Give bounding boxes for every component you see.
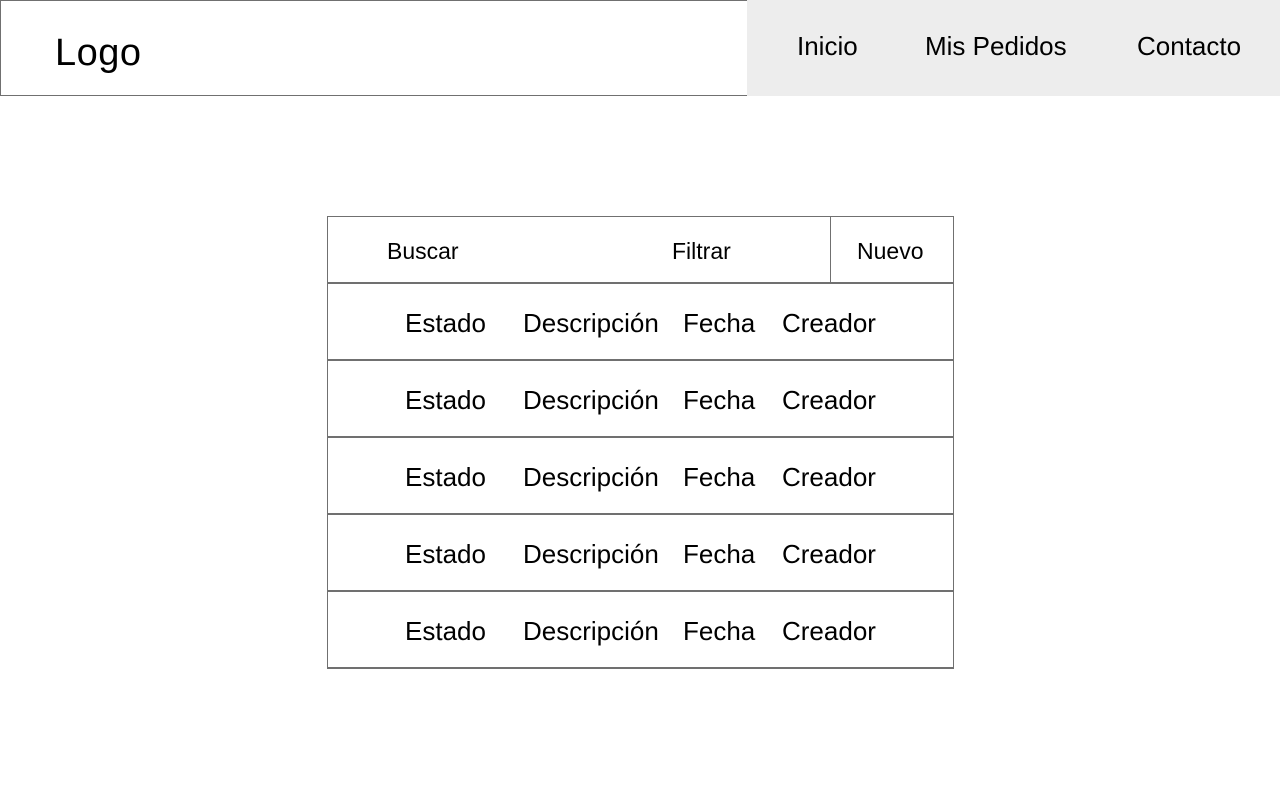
cell-descripcion: Descripción	[523, 539, 659, 569]
cell-descripcion: Descripción	[523, 385, 659, 415]
orders-panel: Buscar Filtrar Nuevo Estado Descripción …	[327, 216, 954, 669]
cell-creador: Creador	[782, 539, 876, 569]
header-logo-area: Logo	[0, 0, 748, 96]
nav-item-mis-pedidos[interactable]: Mis Pedidos	[925, 30, 1067, 62]
cell-fecha: Fecha	[683, 616, 756, 646]
orders-toolbar: Buscar Filtrar Nuevo	[327, 216, 954, 283]
cell-creador: Creador	[782, 385, 876, 415]
cell-estado: Estado	[405, 385, 486, 415]
nav-item-inicio[interactable]: Inicio	[797, 30, 858, 62]
search-button[interactable]: Buscar	[387, 237, 459, 265]
cell-fecha: Fecha	[683, 462, 756, 492]
cell-estado: Estado	[405, 616, 486, 646]
cell-fecha: Fecha	[683, 385, 756, 415]
filter-button[interactable]: Filtrar	[672, 237, 731, 265]
new-order-label: Nuevo	[857, 238, 924, 264]
orders-table: Estado Descripción Fecha Creador Estado …	[327, 283, 954, 669]
table-row[interactable]: Estado Descripción Fecha Creador	[327, 361, 954, 438]
cell-estado: Estado	[405, 308, 486, 338]
new-order-button[interactable]: Nuevo	[830, 217, 954, 282]
table-row[interactable]: Estado Descripción Fecha Creador	[327, 515, 954, 592]
cell-creador: Creador	[782, 308, 876, 338]
cell-descripcion: Descripción	[523, 462, 659, 492]
table-row[interactable]: Estado Descripción Fecha Creador	[327, 283, 954, 361]
cell-fecha: Fecha	[683, 539, 756, 569]
table-row[interactable]: Estado Descripción Fecha Creador	[327, 438, 954, 515]
cell-fecha: Fecha	[683, 308, 756, 338]
table-row[interactable]: Estado Descripción Fecha Creador	[327, 592, 954, 669]
cell-creador: Creador	[782, 616, 876, 646]
cell-estado: Estado	[405, 462, 486, 492]
cell-estado: Estado	[405, 539, 486, 569]
main-nav: Inicio Mis Pedidos Contacto	[747, 0, 1280, 96]
nav-item-contacto[interactable]: Contacto	[1137, 30, 1241, 62]
cell-descripcion: Descripción	[523, 308, 659, 338]
cell-creador: Creador	[782, 462, 876, 492]
logo[interactable]: Logo	[55, 31, 142, 75]
page: Logo Inicio Mis Pedidos Contacto Buscar …	[0, 0, 1280, 800]
cell-descripcion: Descripción	[523, 616, 659, 646]
